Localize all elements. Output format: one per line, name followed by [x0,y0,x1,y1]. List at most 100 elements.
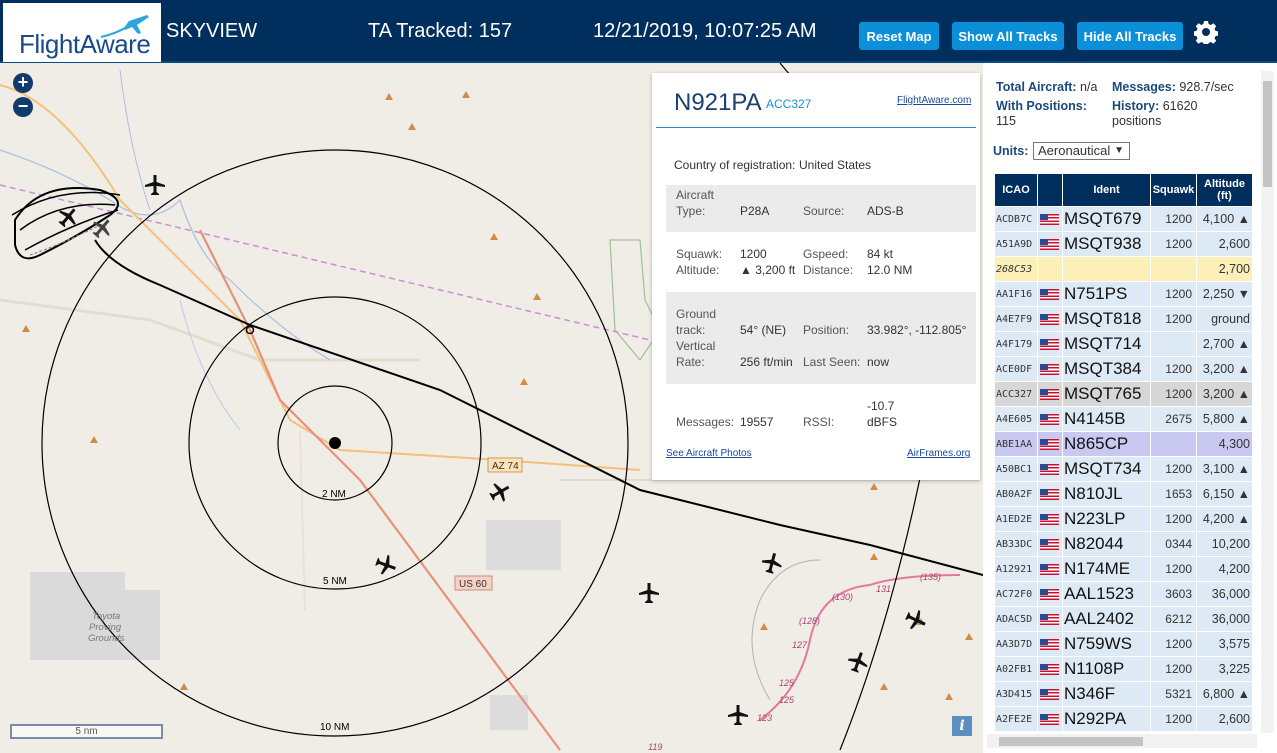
aircraft-row[interactable]: AB0A2F N810JL 1653 6,150 ▲ [994,481,1253,507]
row-squawk: 1200 [1150,706,1197,732]
aircraft-icon[interactable] [728,705,748,725]
zoom-in-button[interactable]: + [13,73,33,93]
row-ident: N865CP [1062,431,1151,457]
row-altitude: 3,200 ▲ [1196,356,1253,382]
row-ident: N810JL [1062,481,1151,507]
aircraft-row[interactable]: A02FB1 N1108P 1200 3,225 [994,656,1253,682]
aircraft-row[interactable]: ACE0DF MSQT384 1200 3,200 ▲ [994,356,1253,382]
row-icao: ACE0DF [994,356,1038,382]
units-select[interactable]: Aeronautical ▼ [1033,142,1130,160]
row-icao: A4E7F9 [994,306,1038,332]
row-altitude: ground [1196,306,1253,332]
aircraft-icon[interactable] [373,552,399,578]
aircraft-row[interactable]: ACC327 MSQT765 1200 3,200 ▲ [994,381,1253,407]
row-icao: AA1F16 [994,281,1038,307]
aircraft-row[interactable]: A3D415 N346F 5321 6,800 ▲ [994,681,1253,707]
row-squawk: 1200 [1150,656,1197,682]
aircraft-list-panel: Total Aircraft: n/a Messages: 928.7/sec … [983,63,1277,753]
flag-icon [1037,231,1063,257]
flag-icon [1037,281,1063,307]
zoom-out-button[interactable]: − [13,97,33,117]
row-ident: MSQT714 [1062,331,1151,357]
us-flag-icon [1040,664,1059,676]
flightaware-link[interactable]: FlightAware.com [897,95,971,106]
aircraft-row[interactable]: A50BC1 MSQT734 1200 3,100 ▲ [994,456,1253,482]
show-all-tracks-button[interactable]: Show All Tracks [952,22,1064,50]
row-altitude: 2,700 ▲ [1196,331,1253,357]
aircraft-row[interactable]: A12921 N174ME 1200 4,200 [994,556,1253,582]
row-icao: ACC327 [994,381,1038,407]
row-icao: A51A9D [994,231,1038,257]
aircraft-row[interactable]: AA1F16 N751PS 1200 2,250 ▼ [994,281,1253,307]
distance-value: 12.0 NM [867,263,913,277]
row-squawk: 6212 [1150,606,1197,632]
aircraft-row[interactable]: A51A9D MSQT938 1200 2,600 [994,231,1253,257]
row-altitude: 2,600 [1196,231,1253,257]
aircraft-photos-link[interactable]: See Aircraft Photos [666,448,752,459]
popup-registration: N921PA [674,89,762,116]
altitude-value: ▲ 3,200 ft [740,263,796,277]
aircraft-row[interactable]: A1ED2E N223LP 1200 4,200 ▲ [994,506,1253,532]
aircraft-row[interactable]: A2FE2E N292PA 1200 2,600 [994,706,1253,732]
aircraft-row[interactable]: AC72F0 AAL1523 3603 36,000 [994,581,1253,607]
horizontal-scroll-thumb[interactable] [999,737,1143,746]
ground-track-label-2: track: [676,323,706,337]
row-icao: AC72F0 [994,581,1038,607]
vertical-scroll-thumb[interactable] [1263,81,1272,187]
horizontal-scrollbar[interactable] [987,734,1257,748]
row-ident: MSQT384 [1062,356,1151,382]
aircraft-row[interactable]: ABE1AA N865CP 4,300 [994,431,1253,457]
us-flag-icon [1040,489,1059,501]
row-altitude: 4,100 ▲ [1196,206,1253,232]
aircraft-row[interactable]: ADAC5D AAL2402 6212 36,000 [994,606,1253,632]
us-flag-icon [1040,689,1059,701]
flightaware-logo[interactable]: FlightAware [3,3,161,62]
distance-label: Distance: [803,263,854,277]
flag-icon [1037,381,1063,407]
aircraft-row[interactable]: 268C53 2,700 [994,256,1253,282]
airframes-link[interactable]: AirFrames.org [907,448,970,459]
total-aircraft: Total Aircraft: n/a [996,80,1098,94]
flag-icon [1037,456,1063,482]
aircraft-type-label: Aircraft [676,188,715,202]
aircraft-icon[interactable] [145,175,165,195]
history-unit: positions [1112,114,1162,128]
col-squawk[interactable]: Squawk [1150,173,1197,207]
aircraft-icon[interactable] [903,607,930,634]
aircraft-icon[interactable] [760,551,784,575]
aircraft-row[interactable]: ACDB7C MSQT679 1200 4,100 ▲ [994,206,1253,232]
aircraft-row[interactable]: AB33DC N82044 0344 10,200 [994,531,1253,557]
col-flag[interactable] [1037,173,1063,207]
aircraft-row[interactable]: AA3D7D N759WS 1200 3,575 [994,631,1253,657]
row-icao: AB33DC [994,531,1038,557]
aircraft-row[interactable]: A4E605 N4145B 2675 5,800 ▲ [994,406,1253,432]
row-icao: ACDB7C [994,206,1038,232]
hide-all-tracks-button[interactable]: Hide All Tracks [1077,22,1183,50]
route-number: 125 [779,695,795,705]
logo-plane-icon [100,15,149,38]
aircraft-row[interactable]: A4F179 MSQT714 2,700 ▲ [994,331,1253,357]
row-ident: N759WS [1062,631,1151,657]
reset-map-button[interactable]: Reset Map [859,22,939,50]
col-ident[interactable]: Ident [1062,173,1151,207]
flag-icon [1037,581,1063,607]
col-icao[interactable]: ICAO [994,173,1038,207]
aircraft-icon[interactable] [639,583,659,603]
gear-icon[interactable] [1194,20,1218,44]
row-squawk: 3603 [1150,581,1197,607]
aircraft-icon[interactable] [845,649,871,675]
col-altitude[interactable]: Altitude (ft) [1196,173,1253,207]
aircraft-icon[interactable] [486,478,513,505]
row-altitude: 6,150 ▲ [1196,481,1253,507]
place-label-3: Grounds [88,633,125,644]
vertical-scrollbar[interactable] [1261,71,1274,733]
row-ident [1062,256,1151,282]
aircraft-row[interactable]: A4E7F9 MSQT818 1200 ground [994,306,1253,332]
row-squawk [1150,331,1197,357]
row-altitude: 3,575 [1196,631,1253,657]
range-label-2nm: 2 NM [322,489,346,500]
info-button[interactable]: i [952,716,972,736]
place-label-2: Proving [89,622,122,633]
row-squawk [1150,256,1197,282]
squawk-label: Squawk: [676,247,723,261]
